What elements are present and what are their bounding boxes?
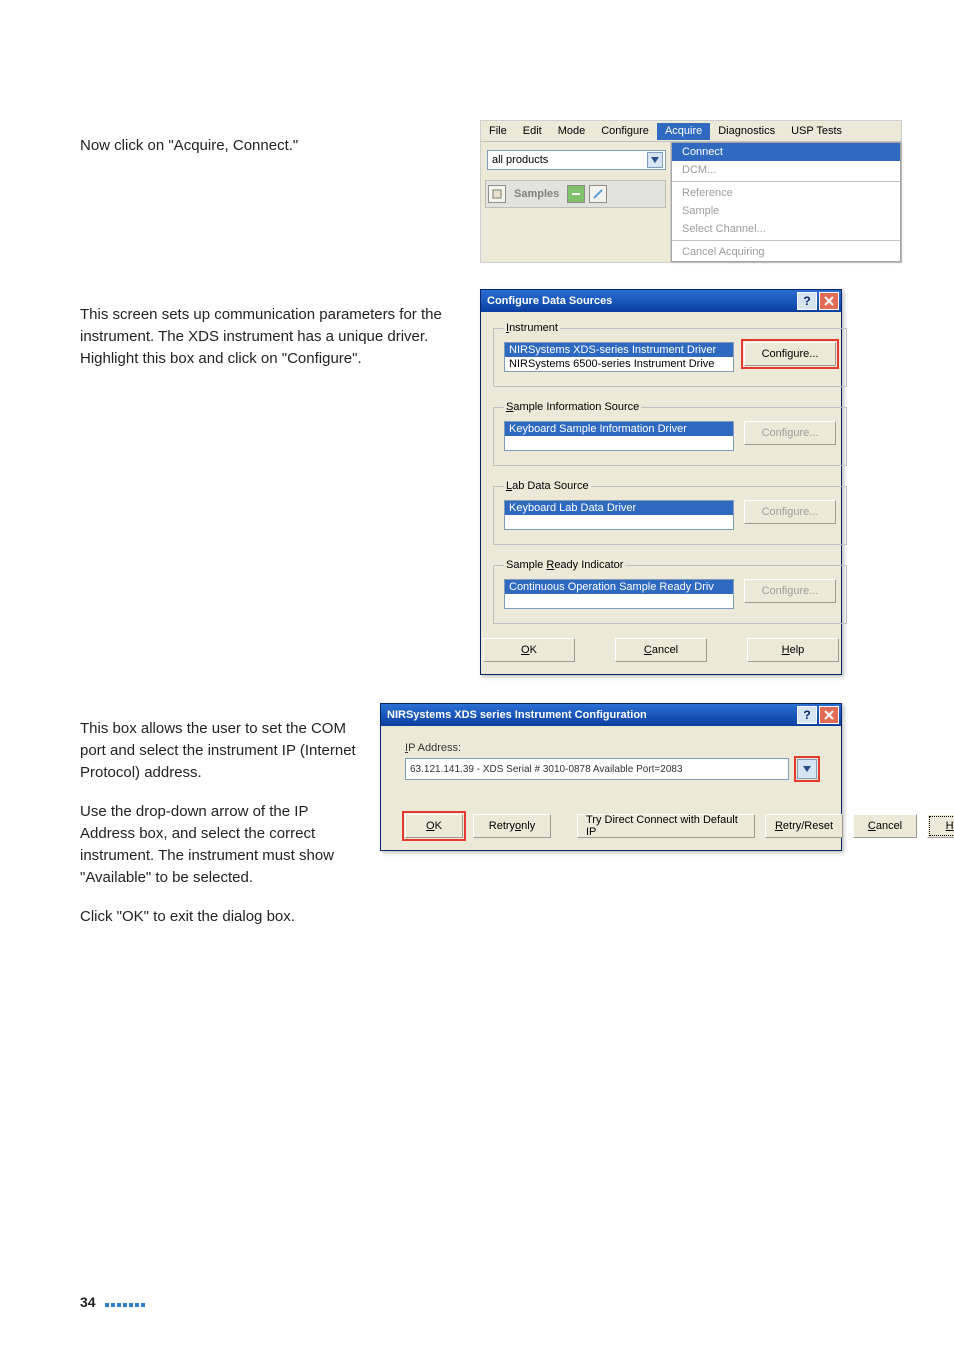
ok-button[interactable]: OK: [405, 814, 463, 838]
cancel-button[interactable]: Cancel: [615, 638, 707, 662]
group-sample-ready: Sample Ready Indicator Continuous Operat…: [493, 559, 847, 624]
configure-button: Configure...: [744, 579, 836, 603]
dialog-titlebar[interactable]: NIRSystems XDS series Instrument Configu…: [381, 704, 841, 726]
configure-button: Configure...: [744, 421, 836, 445]
menu-item-select-channel: Select Channel...: [672, 220, 900, 238]
menu-acquire[interactable]: Acquire: [657, 123, 710, 140]
close-icon[interactable]: [819, 706, 839, 724]
chevron-down-icon[interactable]: [797, 759, 817, 779]
dialog-title: Configure Data Sources: [487, 295, 795, 307]
ip-address-combo[interactable]: 63.121.141.39 - XDS Serial # 3010-0878 A…: [405, 758, 789, 780]
menu-diagnostics[interactable]: Diagnostics: [710, 123, 783, 140]
instruction-text: Click "OK" to exit the dialog box.: [80, 906, 360, 928]
menu-item-dcm: DCM...: [672, 161, 900, 179]
ip-address-value: 63.121.141.39 - XDS Serial # 3010-0878 A…: [410, 764, 683, 775]
tool-icon[interactable]: [589, 185, 607, 203]
dialog-titlebar[interactable]: Configure Data Sources ?: [481, 290, 841, 312]
group-instrument: IInstrumentnstrument NIRSystems XDS-seri…: [493, 322, 847, 387]
help-icon[interactable]: ?: [797, 706, 817, 724]
group-lab-data-label: Lab Data Source: [504, 480, 591, 492]
help-icon[interactable]: ?: [797, 292, 817, 310]
help-button[interactable]: Help: [747, 638, 839, 662]
separator: [672, 181, 900, 182]
menu-item-connect[interactable]: Connect: [672, 143, 900, 161]
list-item[interactable]: Keyboard Lab Data Driver: [505, 501, 733, 515]
chevron-down-icon[interactable]: [647, 152, 663, 168]
products-combo-value: all products: [492, 154, 548, 166]
list-item[interactable]: NIRSystems 6500-series Instrument Drive: [505, 357, 733, 371]
ok-button[interactable]: OK: [483, 638, 575, 662]
samples-label: Samples: [510, 188, 563, 200]
page-footer: 34: [80, 1294, 146, 1310]
configure-data-sources-dialog: Configure Data Sources ? IInstrumentnstr…: [480, 289, 842, 675]
menu-item-cancel-acquiring: Cancel Acquiring: [672, 243, 900, 261]
menu-edit[interactable]: Edit: [515, 123, 550, 140]
menubar: File Edit Mode Configure Acquire Diagnos…: [481, 121, 901, 142]
configure-button: Configure...: [744, 500, 836, 524]
group-lab-data: Lab Data Source Keyboard Lab Data Driver…: [493, 480, 847, 545]
menu-file[interactable]: File: [481, 123, 515, 140]
menu-screenshot: File Edit Mode Configure Acquire Diagnos…: [480, 120, 902, 263]
menu-usp-tests[interactable]: USP Tests: [783, 123, 850, 140]
menu-item-reference: Reference: [672, 184, 900, 202]
paste-icon[interactable]: [488, 185, 506, 203]
cancel-button[interactable]: Cancel: [853, 814, 917, 838]
dialog-title: NIRSystems XDS series Instrument Configu…: [387, 709, 795, 721]
footer-dots: [104, 1294, 146, 1310]
minus-icon[interactable]: [567, 185, 585, 203]
try-direct-connect-button[interactable]: Try Direct Connect with Default IP: [577, 814, 755, 838]
menu-item-sample: Sample: [672, 202, 900, 220]
group-sample-ready-label: Sample Ready Indicator: [504, 559, 625, 571]
close-icon[interactable]: [819, 292, 839, 310]
products-combo[interactable]: all products: [487, 150, 666, 170]
help-button[interactable]: Help: [927, 814, 954, 838]
list-item[interactable]: Keyboard Sample Information Driver: [505, 422, 733, 436]
instruction-text: This box allows the user to set the COM …: [80, 718, 360, 783]
page-number: 34: [80, 1294, 96, 1310]
group-instrument-label: IInstrumentnstrument: [504, 322, 560, 334]
instruction-text: This screen sets up communication parame…: [80, 304, 460, 369]
instrument-listbox[interactable]: NIRSystems XDS-series Instrument Driver …: [504, 342, 734, 372]
instruction-text: Now click on "Acquire, Connect.": [80, 135, 460, 157]
separator: [672, 240, 900, 241]
instruction-text: Use the drop-down arrow of the IP Addres…: [80, 801, 360, 888]
lab-data-listbox[interactable]: Keyboard Lab Data Driver: [504, 500, 734, 530]
menu-configure[interactable]: Configure: [593, 123, 657, 140]
retry-reset-button[interactable]: Retry/Reset: [765, 814, 843, 838]
samples-toolbar: Samples: [485, 180, 666, 208]
configure-button[interactable]: Configure...: [744, 342, 836, 366]
sample-ready-listbox[interactable]: Continuous Operation Sample Ready Driv: [504, 579, 734, 609]
sample-info-listbox[interactable]: Keyboard Sample Information Driver: [504, 421, 734, 451]
menu-mode[interactable]: Mode: [550, 123, 594, 140]
nir-config-dialog: NIRSystems XDS series Instrument Configu…: [380, 703, 842, 851]
group-sample-info-label: Sample Information Source: [504, 401, 641, 413]
acquire-dropdown: Connect DCM... Reference Sample Select C…: [671, 142, 901, 262]
list-item[interactable]: Continuous Operation Sample Ready Driv: [505, 580, 733, 594]
retry-only-button[interactable]: Retry only: [473, 814, 551, 838]
group-sample-info: Sample Information Source Keyboard Sampl…: [493, 401, 847, 466]
list-item[interactable]: NIRSystems XDS-series Instrument Driver: [505, 343, 733, 357]
ip-address-label: IP Address:: [405, 742, 817, 754]
